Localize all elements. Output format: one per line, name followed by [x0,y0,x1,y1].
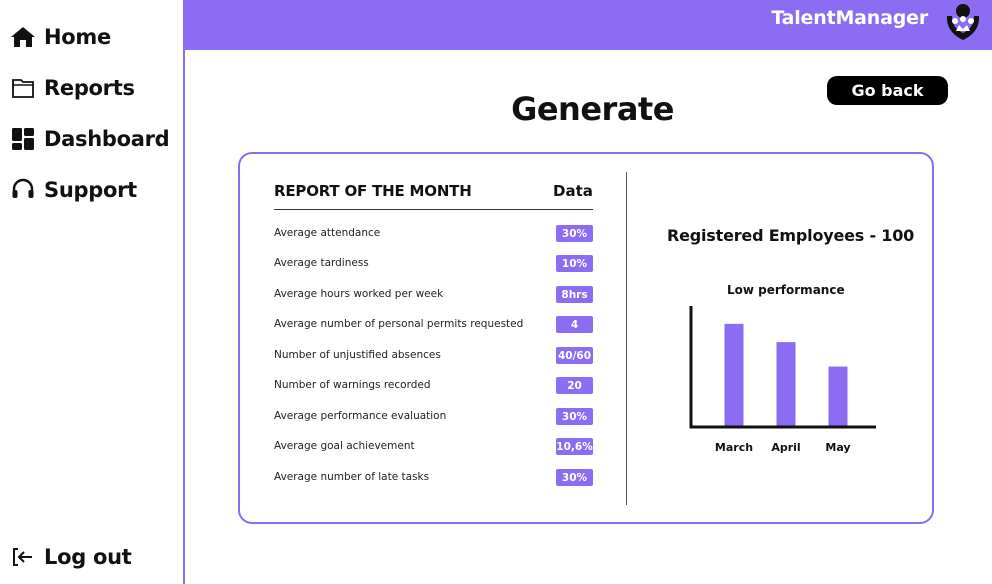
page-title: Generate [511,90,674,128]
folder-icon [10,75,36,101]
sidebar-item-home[interactable]: Home [10,24,111,50]
report-row-label: Average performance evaluation [274,410,447,422]
low-performance-chart: March April May [689,306,876,454]
chart-x-tick-label: April [771,441,800,454]
headset-icon [10,177,36,203]
report-row-value: 8hrs [556,286,593,303]
report-header-divider [274,209,593,210]
data-column-header: Data [553,182,593,200]
report-row-label: Number of warnings recorded [274,379,431,391]
card-divider [626,172,627,505]
sidebar-item-label: Reports [44,76,135,100]
report-row-value: 10,6% [556,438,593,455]
chart-bar-march [724,323,744,426]
report-row-label: Average number of late tasks [274,471,430,483]
team-logo-icon [942,2,984,42]
chart-title: Low performance [727,283,845,297]
report-row-label: Average tardiness [274,257,369,269]
report-row-label: Average goal achievement [274,440,415,452]
sidebar-item-support[interactable]: Support [10,177,137,203]
home-icon [10,24,36,50]
report-row-label: Number of unjustified absences [274,349,441,361]
report-row-value: 20 [556,377,593,394]
report-row-value: 4 [556,316,593,333]
chart-x-tick-label: March [715,441,753,454]
report-row-value: 10% [556,255,593,272]
report-row-label: Average number of personal permits reque… [274,318,524,330]
sidebar: Home Reports Dashboard Support Log out [0,0,185,584]
registered-employees-title: Registered Employees - 100 [667,226,915,245]
go-back-button[interactable]: Go back [827,76,948,105]
brand-name: TalentManager [771,7,928,29]
logout-icon [10,544,36,570]
sidebar-item-label: Home [44,25,111,49]
logout-button[interactable]: Log out [10,544,132,570]
report-row-value: 30% [556,469,593,486]
sidebar-item-dashboard[interactable]: Dashboard [10,126,170,152]
sidebar-item-label: Dashboard [44,127,170,151]
report-row-value: 30% [556,225,593,242]
logout-label: Log out [44,545,132,569]
report-row-value: 40/60 [556,347,593,364]
chart-bar-april [776,342,796,426]
dashboard-icon [10,126,36,152]
chart-bar-may [828,366,848,426]
sidebar-item-label: Support [44,178,137,202]
chart-x-tick-label: May [825,441,850,454]
top-header: TalentManager [185,0,992,50]
sidebar-item-reports[interactable]: Reports [10,75,135,101]
report-row-value: 30% [556,408,593,425]
report-title: REPORT OF THE MONTH [274,182,472,200]
report-row-label: Average attendance [274,227,381,239]
report-row-label: Average hours worked per week [274,288,444,300]
